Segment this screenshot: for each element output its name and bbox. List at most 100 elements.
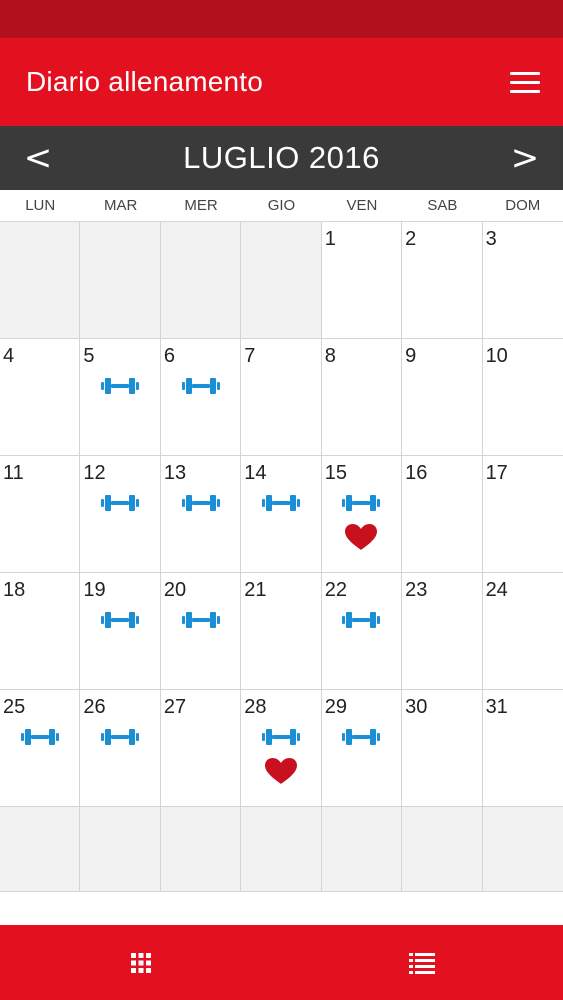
day-activity-icons	[161, 376, 240, 396]
next-month-button[interactable]: >	[505, 141, 545, 175]
dumbbell-icon	[101, 378, 140, 394]
calendar-day-3[interactable]: 3	[482, 222, 563, 339]
calendar-day-28[interactable]: 28	[241, 690, 322, 807]
tab-list[interactable]	[282, 925, 563, 1000]
day-number: 24	[485, 579, 508, 601]
calendar-day-31[interactable]: 31	[482, 690, 563, 807]
day-number: 18	[3, 579, 26, 601]
calendar-day-12[interactable]: 12	[80, 456, 161, 573]
day-number: 27	[163, 696, 187, 718]
menu-icon-bar	[510, 80, 540, 84]
calendar-day-25[interactable]: 25	[0, 690, 81, 807]
calendar-empty-cell	[241, 222, 322, 339]
menu-icon-bar	[510, 71, 540, 75]
calendar-day-20[interactable]: 20	[160, 573, 242, 690]
day-number: 28	[244, 696, 267, 718]
day-number: 29	[324, 696, 347, 718]
calendar-day-15[interactable]: 15	[321, 456, 403, 573]
calendar-day-8[interactable]: 8	[321, 339, 403, 456]
calendar-day-2[interactable]: 2	[402, 222, 483, 339]
day-number: 15	[324, 462, 347, 484]
dumbbell-icon	[181, 495, 220, 511]
calendar-day-27[interactable]: 27	[160, 690, 242, 807]
calendar-day-1[interactable]: 1	[321, 222, 403, 339]
day-activity-icons	[241, 493, 320, 513]
dumbbell-icon	[261, 495, 300, 511]
bottom-tab-bar	[0, 925, 563, 1000]
tab-calendar-grid[interactable]	[0, 925, 282, 1000]
weekday-header: LUN MAR MER GIO VEN SAB DOM	[0, 190, 563, 221]
day-number: 1	[324, 228, 336, 250]
calendar-day-6[interactable]: 6	[160, 339, 242, 456]
calendar-day-9[interactable]: 9	[402, 339, 483, 456]
calendar-day-30[interactable]: 30	[402, 690, 483, 807]
weekday-label: MAR	[103, 197, 138, 214]
day-number: 19	[83, 579, 106, 601]
calendar-day-4[interactable]: 4	[0, 339, 81, 456]
menu-icon-bar	[510, 89, 540, 93]
dumbbell-icon	[342, 612, 381, 628]
calendar-empty-cell	[482, 807, 563, 892]
calendar-day-5[interactable]: 5	[80, 339, 161, 456]
day-number: 13	[163, 462, 187, 484]
calendar-empty-cell	[321, 807, 403, 892]
day-number: 11	[3, 462, 24, 484]
day-activity-icons	[322, 493, 401, 551]
heart-icon	[345, 524, 378, 550]
month-title: LUGLIO 2016	[183, 140, 380, 175]
day-number: 17	[485, 462, 508, 484]
calendar-empty-cell	[80, 807, 161, 892]
prev-month-button[interactable]: <	[18, 141, 58, 175]
calendar-empty-cell	[160, 807, 242, 892]
calendar-day-7[interactable]: 7	[241, 339, 322, 456]
weekday-label: DOM	[505, 197, 541, 214]
list-icon	[409, 952, 436, 974]
dumbbell-icon	[101, 612, 140, 628]
calendar-day-10[interactable]: 10	[482, 339, 563, 456]
dumbbell-icon	[181, 378, 220, 394]
calendar-empty-cell	[0, 222, 81, 339]
day-number: 6	[163, 345, 175, 367]
day-number: 8	[324, 345, 336, 367]
dumbbell-icon	[101, 495, 140, 511]
day-number: 25	[3, 696, 26, 718]
menu-button[interactable]	[505, 62, 545, 102]
day-number: 31	[485, 696, 508, 718]
calendar-day-22[interactable]: 22	[321, 573, 403, 690]
calendar-day-23[interactable]: 23	[402, 573, 483, 690]
calendar-day-11[interactable]: 11	[0, 456, 81, 573]
calendar-day-19[interactable]: 19	[80, 573, 161, 690]
day-number: 14	[244, 462, 267, 484]
dumbbell-icon	[101, 729, 140, 745]
calendar-day-29[interactable]: 29	[321, 690, 403, 807]
day-activity-icons	[80, 493, 159, 513]
day-activity-icons	[241, 727, 320, 785]
calendar-day-14[interactable]: 14	[241, 456, 322, 573]
day-number: 26	[83, 696, 106, 718]
weekday-label: SAB	[427, 197, 458, 214]
dumbbell-icon	[181, 612, 220, 628]
calendar-day-21[interactable]: 21	[241, 573, 322, 690]
day-number: 20	[163, 579, 187, 601]
day-number: 30	[405, 696, 428, 718]
weekday-label: LUN	[25, 197, 56, 214]
calendar-empty-cell	[0, 807, 81, 892]
day-activity-icons	[0, 727, 79, 747]
day-number: 22	[324, 579, 347, 601]
heart-icon	[264, 758, 297, 784]
calendar-day-16[interactable]: 16	[402, 456, 483, 573]
dumbbell-icon	[342, 495, 381, 511]
app-title: Diario allenamento	[26, 66, 264, 97]
day-number: 2	[405, 228, 417, 250]
calendar-day-17[interactable]: 17	[482, 456, 563, 573]
calendar-day-26[interactable]: 26	[80, 690, 161, 807]
calendar-empty-cell	[160, 222, 242, 339]
calendar-day-24[interactable]: 24	[482, 573, 563, 690]
grid-icon	[130, 952, 151, 973]
calendar-day-13[interactable]: 13	[160, 456, 242, 573]
dumbbell-icon	[261, 729, 300, 745]
calendar-empty-cell	[402, 807, 483, 892]
calendar-day-18[interactable]: 18	[0, 573, 81, 690]
month-navigation: < LUGLIO 2016 >	[0, 126, 563, 190]
day-number: 12	[83, 462, 106, 484]
